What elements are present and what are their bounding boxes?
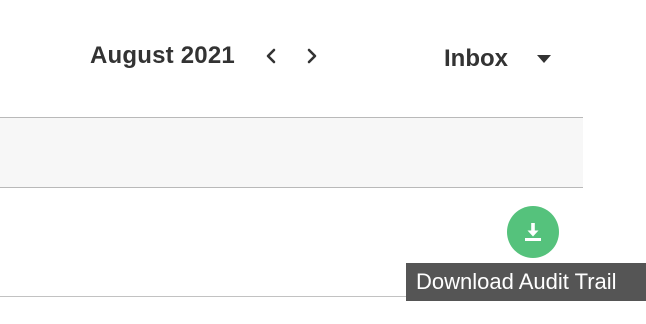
- previous-month-button[interactable]: [259, 44, 283, 68]
- chevron-left-icon: [266, 48, 276, 64]
- table-header-band: [0, 117, 583, 188]
- download-audit-trail-button[interactable]: [507, 206, 559, 258]
- download-tooltip: Download Audit Trail: [406, 263, 646, 301]
- download-icon: [525, 223, 541, 241]
- next-month-button[interactable]: [300, 44, 324, 68]
- inbox-dropdown[interactable]: Inbox: [444, 42, 562, 76]
- month-label: August 2021: [90, 42, 235, 69]
- caret-down-icon: [537, 55, 551, 63]
- inbox-label: Inbox: [444, 45, 508, 72]
- chevron-right-icon: [307, 48, 317, 64]
